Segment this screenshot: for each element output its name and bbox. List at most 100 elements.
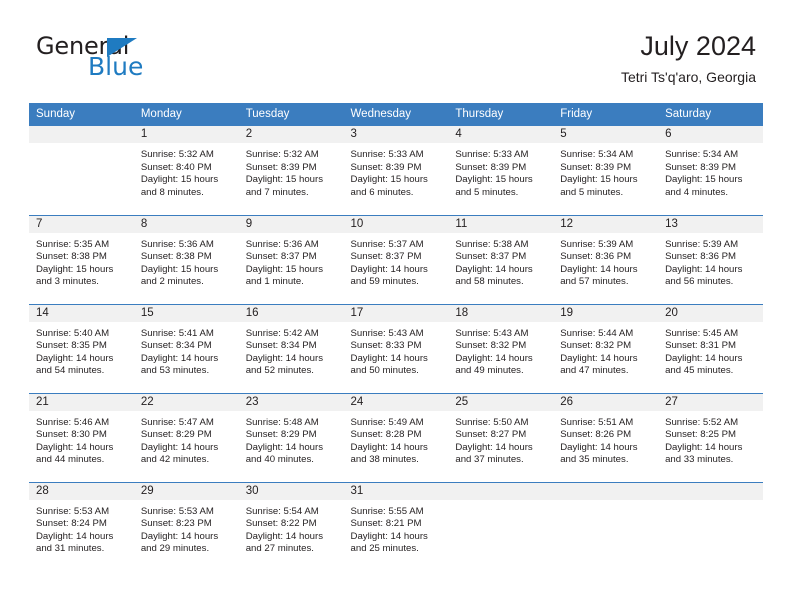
day-cell[interactable]: 18 Sunrise: 5:43 AM Sunset: 8:32 PM Dayl… <box>448 303 554 393</box>
day-cell[interactable]: 20 Sunrise: 5:45 AM Sunset: 8:31 PM Dayl… <box>658 303 763 393</box>
sunrise-text: Sunrise: 5:49 AM <box>350 416 424 428</box>
day-details: Sunrise: 5:53 AM Sunset: 8:24 PM Dayligh… <box>29 500 134 556</box>
day-cell[interactable]: 10 Sunrise: 5:37 AM Sunset: 8:37 PM Dayl… <box>343 214 449 304</box>
day-cell[interactable]: 31 Sunrise: 5:55 AM Sunset: 8:21 PM Dayl… <box>343 481 449 571</box>
week-row: 7 Sunrise: 5:35 AM Sunset: 8:38 PM Dayli… <box>29 214 763 304</box>
sunset-text: Sunset: 8:29 PM <box>140 429 212 441</box>
day-cell[interactable]: 27 Sunrise: 5:52 AM Sunset: 8:25 PM Dayl… <box>658 392 763 482</box>
day-number: 24 <box>343 393 449 411</box>
sunset-text: Sunset: 8:39 PM <box>245 161 317 173</box>
day-cell[interactable]: 29 Sunrise: 5:53 AM Sunset: 8:23 PM Dayl… <box>133 481 239 571</box>
day-cell[interactable] <box>658 481 763 571</box>
day-details: Sunrise: 5:36 AM Sunset: 8:37 PM Dayligh… <box>239 233 344 289</box>
daylight-text: Daylight: 14 hours and 47 minutes. <box>560 352 638 377</box>
day-number: 12 <box>553 215 659 233</box>
day-cell[interactable]: 15 Sunrise: 5:41 AM Sunset: 8:34 PM Dayl… <box>133 303 239 393</box>
weekday-header-row: Sunday Monday Tuesday Wednesday Thursday… <box>29 103 763 126</box>
day-details: Sunrise: 5:43 AM Sunset: 8:33 PM Dayligh… <box>344 322 449 378</box>
day-cell[interactable]: 14 Sunrise: 5:40 AM Sunset: 8:35 PM Dayl… <box>29 303 134 393</box>
sunset-text: Sunset: 8:39 PM <box>665 161 736 173</box>
day-details: Sunrise: 5:36 AM Sunset: 8:38 PM Dayligh… <box>134 233 239 289</box>
day-details: Sunrise: 5:49 AM Sunset: 8:28 PM Dayligh… <box>344 411 449 467</box>
day-cell[interactable]: 13 Sunrise: 5:39 AM Sunset: 8:36 PM Dayl… <box>658 214 763 304</box>
sunset-text: Sunset: 8:38 PM <box>140 251 212 263</box>
sunset-text: Sunset: 8:37 PM <box>455 251 527 263</box>
page-subtitle: Tetri Ts'q'aro, Georgia <box>620 69 756 85</box>
calendar-body: 1 Sunrise: 5:32 AM Sunset: 8:40 PM Dayli… <box>29 126 763 571</box>
week-row: 28 Sunrise: 5:53 AM Sunset: 8:24 PM Dayl… <box>29 481 763 571</box>
sunset-text: Sunset: 8:35 PM <box>36 340 107 352</box>
day-cell[interactable]: 9 Sunrise: 5:36 AM Sunset: 8:37 PM Dayli… <box>238 214 344 304</box>
daylight-text: Daylight: 14 hours and 45 minutes. <box>665 352 743 377</box>
sunrise-text: Sunrise: 5:51 AM <box>560 416 634 428</box>
day-cell[interactable]: 2 Sunrise: 5:32 AM Sunset: 8:39 PM Dayli… <box>238 126 344 215</box>
day-number: 19 <box>553 304 659 322</box>
day-cell[interactable]: 25 Sunrise: 5:50 AM Sunset: 8:27 PM Dayl… <box>448 392 554 482</box>
day-details: Sunrise: 5:53 AM Sunset: 8:23 PM Dayligh… <box>134 500 239 556</box>
day-cell[interactable]: 26 Sunrise: 5:51 AM Sunset: 8:26 PM Dayl… <box>553 392 659 482</box>
day-details: Sunrise: 5:33 AM Sunset: 8:39 PM Dayligh… <box>448 143 553 199</box>
sunrise-text: Sunrise: 5:32 AM <box>245 149 319 160</box>
week-row: 1 Sunrise: 5:32 AM Sunset: 8:40 PM Dayli… <box>29 126 763 215</box>
day-cell[interactable]: 6 Sunrise: 5:34 AM Sunset: 8:39 PM Dayli… <box>658 126 763 215</box>
day-details: Sunrise: 5:35 AM Sunset: 8:38 PM Dayligh… <box>29 233 134 289</box>
sunrise-text: Sunrise: 5:35 AM <box>36 238 110 250</box>
day-cell[interactable]: 8 Sunrise: 5:36 AM Sunset: 8:38 PM Dayli… <box>133 214 239 304</box>
day-cell[interactable]: 22 Sunrise: 5:47 AM Sunset: 8:29 PM Dayl… <box>133 392 239 482</box>
day-cell[interactable]: 19 Sunrise: 5:44 AM Sunset: 8:32 PM Dayl… <box>553 303 659 393</box>
day-cell[interactable]: 21 Sunrise: 5:46 AM Sunset: 8:30 PM Dayl… <box>29 392 134 482</box>
day-details: Sunrise: 5:40 AM Sunset: 8:35 PM Dayligh… <box>29 322 134 378</box>
week-row: 21 Sunrise: 5:46 AM Sunset: 8:30 PM Dayl… <box>29 392 763 482</box>
day-number: 14 <box>29 304 134 322</box>
day-cell[interactable]: 23 Sunrise: 5:48 AM Sunset: 8:29 PM Dayl… <box>238 392 344 482</box>
day-cell[interactable]: 11 Sunrise: 5:38 AM Sunset: 8:37 PM Dayl… <box>448 214 554 304</box>
sunset-text: Sunset: 8:37 PM <box>350 251 422 263</box>
day-number: 6 <box>658 126 763 143</box>
day-cell[interactable] <box>29 126 134 215</box>
sunset-text: Sunset: 8:32 PM <box>455 340 527 352</box>
day-cell[interactable]: 7 Sunrise: 5:35 AM Sunset: 8:38 PM Dayli… <box>29 214 134 304</box>
day-details: Sunrise: 5:34 AM Sunset: 8:39 PM Dayligh… <box>658 143 763 199</box>
day-cell[interactable] <box>553 481 659 571</box>
day-cell[interactable]: 1 Sunrise: 5:32 AM Sunset: 8:40 PM Dayli… <box>133 126 239 215</box>
day-number: 8 <box>133 215 239 233</box>
day-cell[interactable]: 12 Sunrise: 5:39 AM Sunset: 8:36 PM Dayl… <box>553 214 659 304</box>
daylight-text: Daylight: 14 hours and 52 minutes. <box>245 352 324 377</box>
day-number <box>448 482 554 500</box>
day-number: 31 <box>343 482 449 500</box>
daylight-text: Daylight: 14 hours and 37 minutes. <box>455 441 533 466</box>
day-cell[interactable]: 24 Sunrise: 5:49 AM Sunset: 8:28 PM Dayl… <box>343 392 449 482</box>
day-details: Sunrise: 5:46 AM Sunset: 8:30 PM Dayligh… <box>29 411 134 467</box>
day-number: 21 <box>29 393 134 411</box>
sunrise-text: Sunrise: 5:34 AM <box>560 149 634 160</box>
day-number: 17 <box>343 304 449 322</box>
sunset-text: Sunset: 8:23 PM <box>140 518 212 530</box>
general-blue-logo[interactable]: General Blue <box>36 34 236 90</box>
sunrise-text: Sunrise: 5:54 AM <box>245 505 319 517</box>
daylight-text: Daylight: 15 hours and 4 minutes. <box>665 174 743 198</box>
day-number: 13 <box>658 215 763 233</box>
day-cell[interactable] <box>448 481 554 571</box>
weekday-header-monday: Monday <box>133 103 239 126</box>
day-cell[interactable]: 28 Sunrise: 5:53 AM Sunset: 8:24 PM Dayl… <box>29 481 134 571</box>
weekday-header-wednesday: Wednesday <box>343 103 449 126</box>
day-cell[interactable]: 16 Sunrise: 5:42 AM Sunset: 8:34 PM Dayl… <box>238 303 344 393</box>
day-number: 30 <box>238 482 344 500</box>
daylight-text: Daylight: 14 hours and 42 minutes. <box>140 441 219 466</box>
sunrise-text: Sunrise: 5:40 AM <box>36 327 110 339</box>
day-details: Sunrise: 5:48 AM Sunset: 8:29 PM Dayligh… <box>239 411 344 467</box>
daylight-text: Daylight: 14 hours and 57 minutes. <box>560 263 638 288</box>
daylight-text: Daylight: 14 hours and 54 minutes. <box>36 352 114 377</box>
day-cell[interactable]: 3 Sunrise: 5:33 AM Sunset: 8:39 PM Dayli… <box>343 126 449 215</box>
day-cell[interactable]: 17 Sunrise: 5:43 AM Sunset: 8:33 PM Dayl… <box>343 303 449 393</box>
day-cell[interactable]: 30 Sunrise: 5:54 AM Sunset: 8:22 PM Dayl… <box>238 481 344 571</box>
sunset-text: Sunset: 8:40 PM <box>140 161 212 173</box>
sunrise-text: Sunrise: 5:33 AM <box>455 149 529 160</box>
day-cell[interactable]: 5 Sunrise: 5:34 AM Sunset: 8:39 PM Dayli… <box>553 126 659 215</box>
day-number: 23 <box>238 393 344 411</box>
day-number: 25 <box>448 393 554 411</box>
daylight-text: Daylight: 14 hours and 44 minutes. <box>36 441 114 466</box>
sunrise-text: Sunrise: 5:38 AM <box>455 238 529 250</box>
day-cell[interactable]: 4 Sunrise: 5:33 AM Sunset: 8:39 PM Dayli… <box>448 126 554 215</box>
day-details: Sunrise: 5:41 AM Sunset: 8:34 PM Dayligh… <box>134 322 239 378</box>
